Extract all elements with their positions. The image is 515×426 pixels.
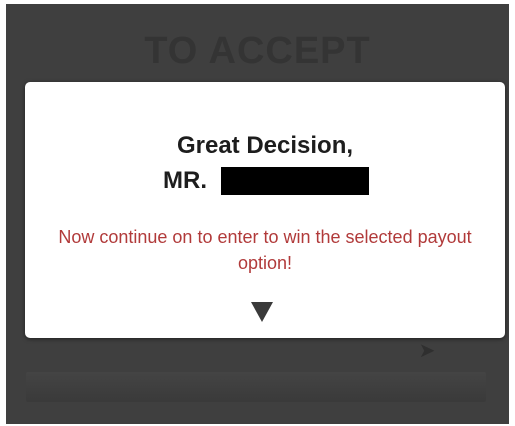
redacted-name bbox=[221, 167, 369, 195]
backdrop-bottom-bar bbox=[26, 372, 486, 402]
cursor-arrow-icon: ➤ bbox=[418, 340, 436, 362]
modal-message: Now continue on to enter to win the sele… bbox=[58, 227, 472, 273]
name-prefix: MR. bbox=[163, 167, 207, 194]
modal-name-row: MR. bbox=[163, 166, 369, 196]
triangle-down-icon[interactable] bbox=[251, 302, 273, 322]
backdrop-heading: TO ACCEPT bbox=[144, 30, 371, 72]
screenshot-frame: TO ACCEPT ➤ Great Decision, MR. Now cont… bbox=[0, 0, 515, 426]
confirmation-modal: Great Decision, MR. Now continue on to e… bbox=[25, 82, 505, 338]
modal-title: Great Decision, bbox=[176, 132, 354, 159]
